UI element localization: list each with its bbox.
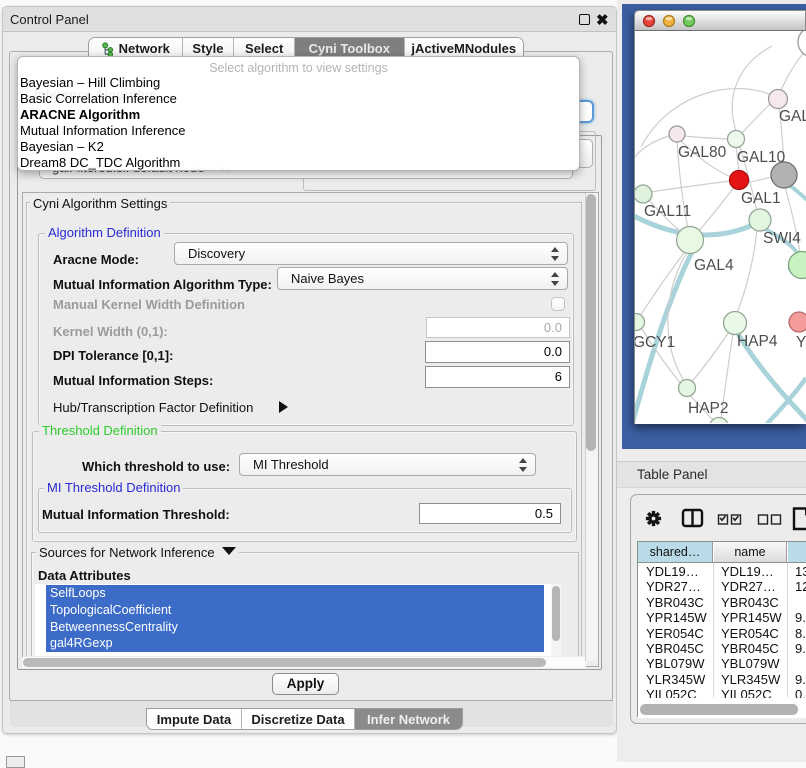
svg-text:GAL7: GAL7 <box>779 108 806 125</box>
svg-text:Y: Y <box>796 334 806 351</box>
svg-text:HAP2: HAP2 <box>688 400 729 417</box>
svg-text:GAL11: GAL11 <box>644 203 691 220</box>
svg-text:GAL80: GAL80 <box>678 144 727 161</box>
svg-text:GAL4: GAL4 <box>694 257 734 274</box>
svg-text:GAL1: GAL1 <box>741 190 781 207</box>
svg-text:GAL10: GAL10 <box>737 149 786 166</box>
svg-text:SWI4: SWI4 <box>763 230 801 247</box>
svg-text:GCY1: GCY1 <box>634 334 675 351</box>
svg-text:HAP4: HAP4 <box>737 333 778 350</box>
